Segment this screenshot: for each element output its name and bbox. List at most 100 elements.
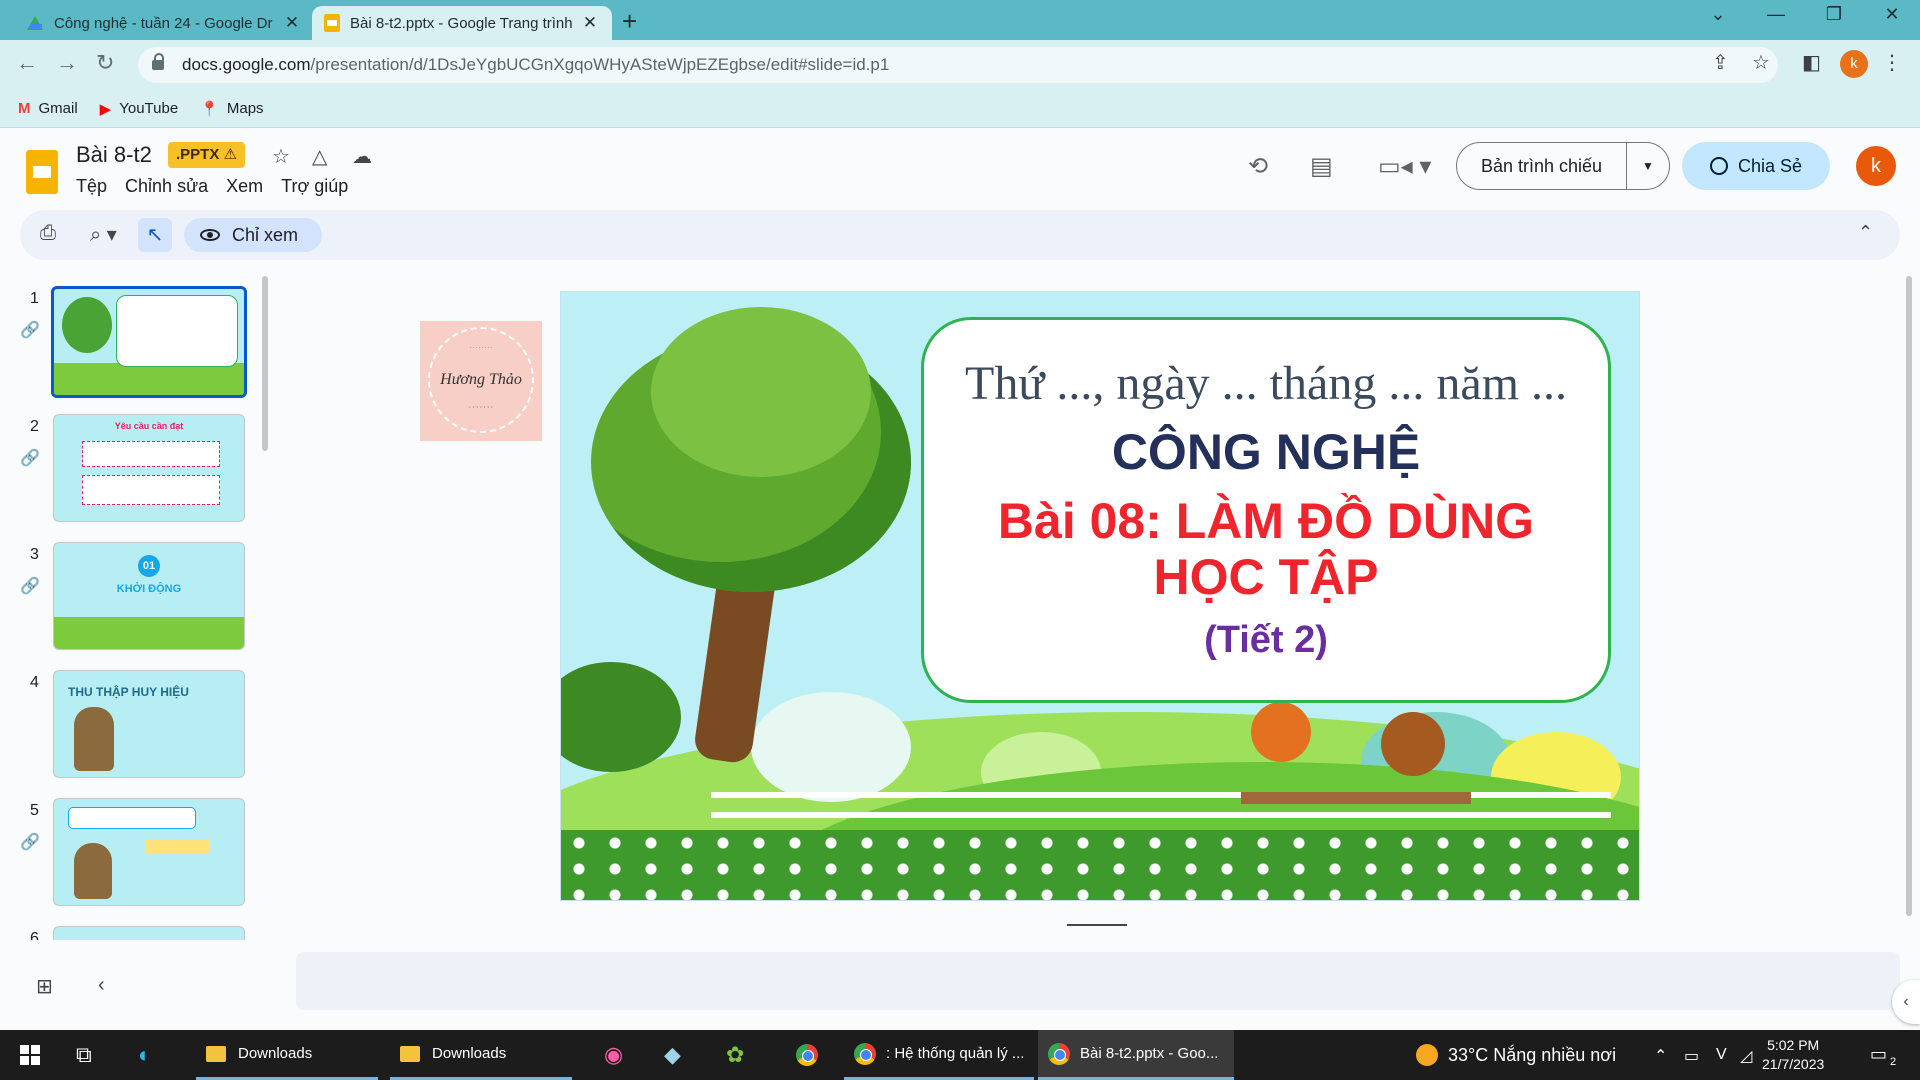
notification-icon[interactable]: ▭ [1870, 1044, 1887, 1065]
cloud-status-icon[interactable]: ☁ [352, 144, 372, 169]
bookmark-star-icon[interactable]: ☆ [1752, 50, 1770, 75]
bookmark-maps[interactable]: 📍 Maps [200, 100, 263, 118]
move-to-drive-icon[interactable]: △ [312, 144, 327, 169]
taskbar-item-label: : Hệ thống quản lý ... [886, 1045, 1025, 1062]
bookmark-youtube[interactable]: ▶ YouTube [100, 100, 179, 118]
present-button[interactable]: Bản trình chiếu ▼ [1456, 142, 1670, 190]
collapse-filmstrip-icon[interactable]: ‹ [98, 974, 105, 997]
taskbar-item-downloads[interactable]: Downloads [390, 1030, 572, 1080]
star-icon[interactable]: ☆ [272, 144, 290, 169]
windows-taskbar: ⧉ ◐ Downloads Downloads ◉ ◆ ✿ : Hệ thống… [0, 1030, 1920, 1080]
network-icon[interactable]: ◿ [1740, 1046, 1752, 1066]
view-only-chip[interactable]: Chỉ xem [184, 218, 323, 252]
url-input[interactable]: docs.google.com/presentation/d/1DsJeYgbU… [138, 47, 1778, 83]
windows-start-icon[interactable] [20, 1045, 40, 1065]
tree-canopy-highlight [651, 307, 871, 477]
menu-bar: Tệp Chỉnh sửa Xem Trợ giúp [76, 176, 366, 197]
stamp-name: Hương Thảo [440, 371, 522, 388]
slide-thumbnail-1[interactable] [51, 286, 247, 398]
thumb-box [82, 441, 220, 467]
slides-logo-icon[interactable] [26, 150, 58, 194]
google-drive-icon [26, 15, 44, 31]
editor-scrollbar[interactable] [1906, 276, 1912, 916]
slide-canvas[interactable]: Thứ ..., ngày ... tháng ... năm ... CÔNG… [560, 291, 1640, 901]
chevron-up-icon[interactable]: ⌃ [1858, 222, 1873, 243]
filmstrip-scrollbar[interactable] [262, 276, 268, 451]
new-tab-button[interactable]: + [622, 6, 637, 37]
slide-thumbnail-2[interactable]: Yêu cầu cần đạt [53, 414, 245, 522]
share-button[interactable]: Chia Sẻ [1682, 142, 1830, 190]
restore-icon[interactable]: ❐ [1814, 4, 1854, 25]
comments-icon[interactable]: ▤ [1310, 152, 1333, 181]
system-clock[interactable]: 5:02 PM 21/7/2023 [1762, 1036, 1824, 1074]
chrome-icon [854, 1042, 876, 1065]
weather-icon [1416, 1044, 1438, 1066]
chevron-up-icon[interactable]: ⌃ [1654, 1046, 1667, 1066]
version-history-icon[interactable]: ⟲ [1248, 152, 1268, 181]
document-title[interactable]: Bài 8-t2 [76, 142, 152, 168]
slide-thumbnail-3[interactable]: 01 KHỞI ĐỘNG [53, 542, 245, 650]
more-menu-icon[interactable]: ⋮ [1882, 50, 1902, 75]
slide-resize-handle[interactable] [1067, 924, 1127, 926]
back-icon[interactable]: ← [16, 50, 38, 76]
menu-file[interactable]: Tệp [76, 176, 107, 197]
menu-edit[interactable]: Chỉnh sửa [125, 176, 208, 197]
taskbar-item-label: Downloads [238, 1045, 313, 1062]
tab-search-icon[interactable]: ⌄ [1698, 4, 1738, 25]
forward-icon[interactable]: → [56, 50, 78, 76]
app-icon[interactable]: ✿ [726, 1042, 744, 1068]
toolbar: ⎙ ⌕ ▾ ↖ Chỉ xem ⌃ [20, 210, 1900, 260]
slide-thumbnail-5[interactable] [53, 798, 245, 906]
slide-thumbnail-4[interactable]: THU THẬP HUY HIỆU [53, 670, 245, 778]
chrome-icon [1048, 1042, 1070, 1065]
lesson-title: Bài 08: LÀM ĐỒ DÙNG HỌC TẬP [997, 493, 1535, 605]
weather-widget[interactable]: 33°C Nắng nhiều nơi [1416, 1044, 1616, 1066]
tab-drive[interactable]: Công nghệ - tuần 24 - Google Dr ✕ [14, 6, 314, 40]
author-stamp-logo: · · · · · · · · Hương Thảo · · · · · · · [420, 321, 542, 441]
taskbar-item-downloads[interactable]: Downloads [196, 1030, 378, 1080]
taskbar-item-chrome-window-active[interactable]: Bài 8-t2.pptx - Goo... [1038, 1030, 1234, 1080]
slide-thumbnail-6[interactable] [53, 926, 245, 940]
taskbar-chrome[interactable] [786, 1030, 836, 1080]
bookmark-gmail[interactable]: M Gmail [18, 100, 78, 117]
input-method-icon[interactable]: V [1716, 1046, 1727, 1064]
reload-icon[interactable]: ↻ [96, 50, 114, 76]
task-view-icon[interactable]: ⧉ [76, 1042, 92, 1068]
youtube-icon: ▶ [99, 100, 112, 118]
taskbar-item-label: Downloads [432, 1045, 507, 1062]
tab-slides[interactable]: Bài 8-t2.pptx - Google Trang trình ✕ [312, 6, 612, 40]
bookmarks-bar: M Gmail ▶ YouTube 📍 Maps [0, 90, 1920, 128]
app-icon[interactable]: ◆ [664, 1042, 681, 1068]
select-cursor-icon[interactable]: ↖ [138, 218, 172, 252]
side-panel-icon[interactable]: ◧ [1802, 50, 1821, 75]
taskbar-item-chrome-window[interactable]: : Hệ thống quản lý ... [844, 1030, 1034, 1080]
pptx-badge[interactable]: .PPTX ⚠ [168, 142, 245, 168]
menu-view[interactable]: Xem [226, 176, 263, 197]
slide-number: 2 [30, 418, 39, 435]
meet-camera-icon[interactable]: ▭◂ ▾ [1378, 152, 1431, 181]
close-window-icon[interactable]: ✕ [1872, 4, 1912, 25]
menu-help[interactable]: Trợ giúp [281, 176, 348, 197]
bookmark-label: YouTube [119, 100, 179, 117]
minimize-icon[interactable]: — [1756, 4, 1796, 25]
tab-title: Bài 8-t2.pptx - Google Trang trình [350, 14, 573, 32]
linked-object-icon[interactable]: 🔗 [20, 576, 40, 596]
speaker-notes-area[interactable] [296, 952, 1900, 1010]
photo-app-icon[interactable]: ◉ [604, 1042, 623, 1068]
share-page-icon[interactable]: ⇪ [1712, 50, 1729, 75]
browser-profile-avatar[interactable]: k [1840, 50, 1868, 78]
battery-icon[interactable]: ▭ [1684, 1046, 1699, 1066]
edge-icon[interactable]: ◐ [138, 1042, 151, 1068]
chevron-down-icon[interactable]: ▼ [1627, 159, 1669, 173]
grid-view-icon[interactable]: ⊞ [36, 974, 53, 999]
zoom-icon[interactable]: ⌕ ▾ [90, 222, 117, 247]
close-icon[interactable]: ✕ [580, 13, 600, 33]
date-line: Thứ ..., ngày ... tháng ... năm ... [965, 357, 1567, 410]
linked-object-icon[interactable]: 🔗 [20, 832, 40, 852]
linked-object-icon[interactable]: 🔗 [20, 448, 40, 468]
close-icon[interactable]: ✕ [282, 13, 302, 33]
globe-icon [1709, 157, 1728, 175]
linked-object-icon[interactable]: 🔗 [20, 320, 40, 340]
account-avatar[interactable]: k [1856, 146, 1896, 186]
print-icon[interactable]: ⎙ [40, 222, 56, 245]
